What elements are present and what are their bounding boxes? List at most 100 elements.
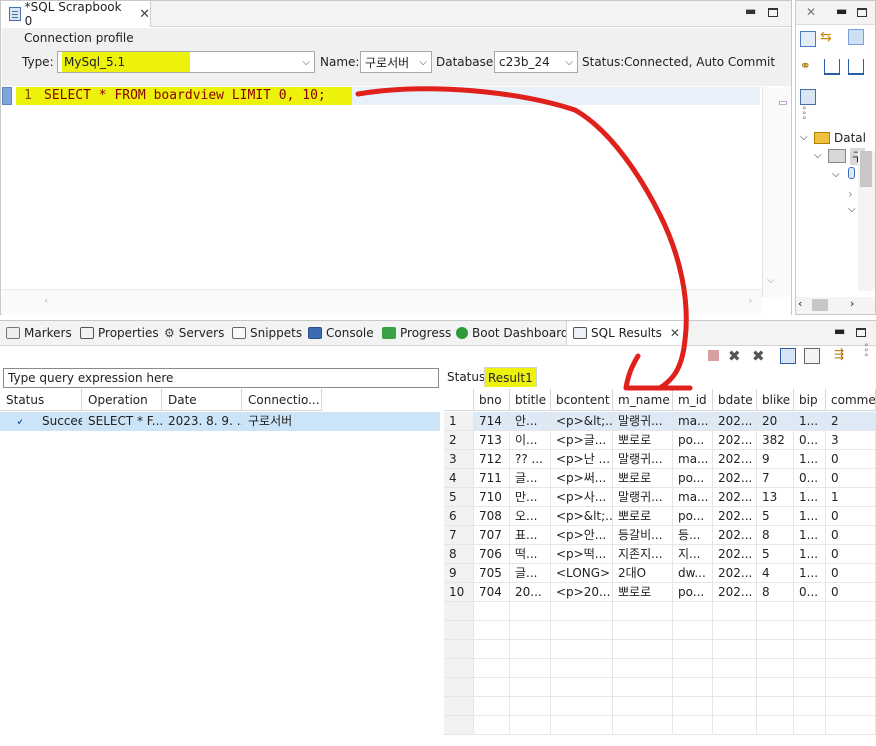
cell-bcontent[interactable]: <p>&lt;...: [551, 507, 613, 526]
cell-btitle[interactable]: 글...: [510, 564, 551, 583]
tab-snippets[interactable]: Snippets: [232, 321, 302, 345]
cell-blike[interactable]: 8: [757, 526, 794, 545]
cell-bno[interactable]: 708: [474, 507, 510, 526]
column-header[interactable]: commer: [826, 389, 876, 411]
column-header[interactable]: Connectio...: [242, 389, 322, 411]
cell-m-id[interactable]: 지...: [673, 545, 713, 564]
tree-view-icon[interactable]: [848, 29, 864, 45]
cell-m-name[interactable]: 말랭귀...: [613, 488, 673, 507]
query-filter-input[interactable]: Type query expression here: [3, 368, 439, 388]
table-row[interactable]: 4 711 글... <p>써... 뽀로로 po... 202... 7 0... 0: [444, 469, 876, 488]
tab-sql-results[interactable]: SQL Results ✕: [566, 321, 687, 345]
cell-m-id[interactable]: 등...: [673, 526, 713, 545]
cell-bip[interactable]: 1...: [794, 412, 826, 431]
maximize-icon[interactable]: [856, 328, 866, 337]
cell-m-name[interactable]: 뽀로로: [613, 583, 673, 602]
stop-icon[interactable]: [708, 350, 719, 361]
table-row[interactable]: 5 710 만... <p>사... 말랭귀... ma... 202... 13 1... 1: [444, 488, 876, 507]
cell-bip[interactable]: 1...: [794, 526, 826, 545]
cell-bdate[interactable]: 202...: [713, 507, 757, 526]
tab-result1[interactable]: Result1: [484, 367, 537, 387]
cell-m-id[interactable]: po...: [673, 469, 713, 488]
cell-comment[interactable]: 3: [826, 431, 876, 450]
cell-bdate[interactable]: 202...: [713, 412, 757, 431]
cell-bdate[interactable]: 202...: [713, 564, 757, 583]
link-editor-icon[interactable]: ⇆: [820, 29, 832, 45]
cell-blike[interactable]: 13: [757, 488, 794, 507]
vertical-scrollbar[interactable]: ⌵: [762, 87, 790, 297]
scroll-down-icon[interactable]: ⌵: [767, 275, 775, 286]
table-row[interactable]: 2 713 이... <p>글... 뽀로로 po... 202... 382 0... 3: [444, 431, 876, 450]
cell-bno[interactable]: 711: [474, 469, 510, 488]
cell-comment[interactable]: 0: [826, 450, 876, 469]
cell-m-id[interactable]: ma...: [673, 412, 713, 431]
cell-blike[interactable]: 20: [757, 412, 794, 431]
cell-bip[interactable]: 0...: [794, 431, 826, 450]
import-icon[interactable]: [824, 59, 840, 75]
minimize-icon[interactable]: ▬: [836, 4, 847, 18]
scroll-left-icon[interactable]: ‹: [44, 294, 48, 307]
cell-bip[interactable]: 1...: [794, 545, 826, 564]
sql-statement[interactable]: SELECT * FROM boardview LIMIT 0, 10;: [44, 88, 326, 103]
cell-m-name[interactable]: 뽀로로: [613, 507, 673, 526]
chevron-down-icon[interactable]: ⌵: [800, 132, 808, 143]
close-tab-icon[interactable]: ✕: [670, 326, 680, 340]
outline-hscrollbar[interactable]: ‹ ›: [796, 297, 875, 314]
cell-comment[interactable]: 2: [826, 412, 876, 431]
cell-m-name[interactable]: 등갈비...: [613, 526, 673, 545]
cell-bip[interactable]: 1...: [794, 450, 826, 469]
cell-btitle[interactable]: ?? ...: [510, 450, 551, 469]
cell-m-id[interactable]: ma...: [673, 450, 713, 469]
column-header[interactable]: bno: [474, 389, 510, 411]
cell-m-id[interactable]: dw...: [673, 564, 713, 583]
cell-m-name[interactable]: 뽀로로: [613, 431, 673, 450]
table-row[interactable]: 10 704 20... <p>20... 뽀로로 po... 202... 8 0... 0: [444, 583, 876, 602]
minimize-icon[interactable]: ▬: [745, 4, 756, 18]
view-icon[interactable]: [780, 348, 796, 364]
cell-bcontent[interactable]: <p>글...: [551, 431, 613, 450]
chevron-down-icon[interactable]: ⌵: [848, 204, 856, 215]
cell-comment[interactable]: 0: [826, 469, 876, 488]
cell-bip[interactable]: 1...: [794, 507, 826, 526]
cell-m-name[interactable]: 뽀로로: [613, 469, 673, 488]
scroll-right-icon[interactable]: ›: [850, 297, 854, 310]
cell-comment[interactable]: 0: [826, 507, 876, 526]
table-row[interactable]: 9 705 글... <LONG> 2대O dw... 202... 4 1... 0: [444, 564, 876, 583]
column-header[interactable]: btitle: [510, 389, 551, 411]
scroll-right-icon[interactable]: ›: [748, 294, 752, 307]
column-header[interactable]: Status: [0, 389, 82, 411]
type-combo[interactable]: MySql_5.1 ⌵: [57, 51, 315, 73]
cell-btitle[interactable]: 20...: [510, 583, 551, 602]
cell-bno[interactable]: 712: [474, 450, 510, 469]
cell-bcontent[interactable]: <p>안...: [551, 526, 613, 545]
cell-btitle[interactable]: 만...: [510, 488, 551, 507]
close-icon[interactable]: ✕: [806, 5, 816, 19]
cell-comment[interactable]: 0: [826, 583, 876, 602]
cell-btitle[interactable]: 글...: [510, 469, 551, 488]
cell-m-name[interactable]: 말랭귀...: [613, 450, 673, 469]
cell-bno[interactable]: 706: [474, 545, 510, 564]
table-row[interactable]: 6 708 오... <p>&lt;... 뽀로로 po... 202... 5 1... 0: [444, 507, 876, 526]
cell-comment[interactable]: 0: [826, 564, 876, 583]
table-row[interactable]: 1 714 안... <p>&lt;... 말랭귀... ma... 202... 20 1..…: [444, 412, 876, 431]
cell-bdate[interactable]: 202...: [713, 545, 757, 564]
cell-bdate[interactable]: 202...: [713, 583, 757, 602]
column-header[interactable]: m_id: [673, 389, 713, 411]
grip-icon[interactable]: ° ° °: [802, 107, 807, 126]
cell-btitle[interactable]: 표...: [510, 526, 551, 545]
tab-boot-dashboard[interactable]: Boot Dashboard: [456, 321, 569, 345]
cell-bno[interactable]: 714: [474, 412, 510, 431]
column-header[interactable]: m_name: [613, 389, 673, 411]
cell-bno[interactable]: 704: [474, 583, 510, 602]
view-menu-icon[interactable]: ° ° °: [864, 344, 869, 363]
table-row[interactable]: 7 707 표... <p>안... 등갈비... 등... 202... 8 1... 0: [444, 526, 876, 545]
cell-m-name[interactable]: 지존지...: [613, 545, 673, 564]
cell-blike[interactable]: 5: [757, 507, 794, 526]
cell-blike[interactable]: 7: [757, 469, 794, 488]
cell-m-id[interactable]: po...: [673, 431, 713, 450]
chevron-down-icon[interactable]: ⌵: [832, 169, 840, 180]
tab-progress[interactable]: Progress: [382, 321, 451, 345]
cell-comment[interactable]: 0: [826, 545, 876, 564]
cell-blike[interactable]: 9: [757, 450, 794, 469]
horizontal-scrollbar[interactable]: ‹ ›: [2, 289, 762, 313]
